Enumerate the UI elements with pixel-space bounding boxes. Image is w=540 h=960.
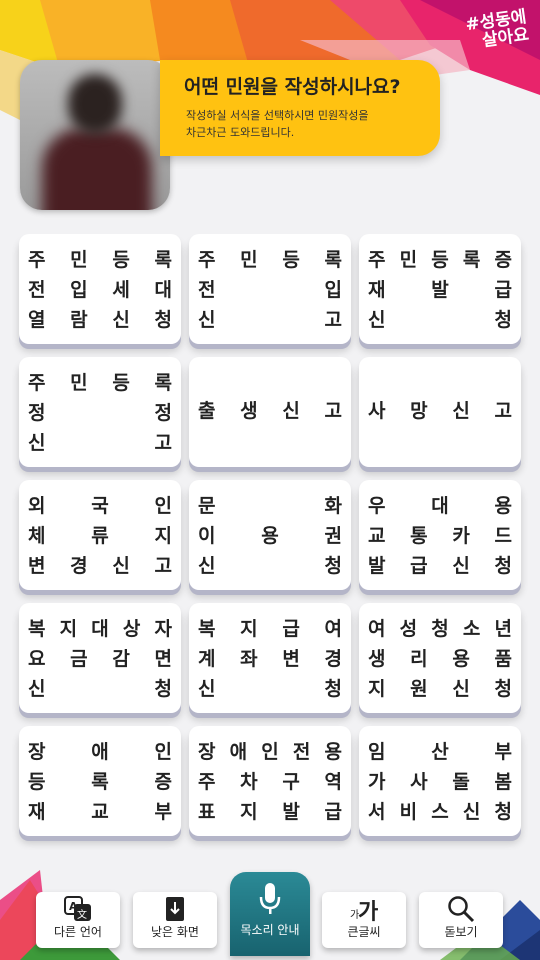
form-button[interactable]: 장애인등록증재교부	[19, 726, 181, 836]
form-button[interactable]: 사망신고	[359, 357, 521, 467]
voice-guide-button[interactable]: 목소리 안내	[230, 872, 310, 956]
page-title: 어떤 민원을 작성하시나요?	[184, 76, 401, 98]
language-button[interactable]: A文 다른 언어	[36, 892, 120, 948]
form-label-line: 발급신청	[368, 554, 512, 577]
form-label-line: 지원신청	[368, 677, 512, 700]
form-button[interactable]: 복지급여계좌변경신청	[189, 603, 351, 713]
page-subtitle: 작성하실 서식을 선택하시면 민원작성을 차근차근 도와드립니다.	[186, 109, 369, 139]
form-label-line: 전입	[198, 278, 342, 301]
form-label-line: 문화	[198, 494, 342, 517]
form-button[interactable]: 임산부가사돌봄서비스신청	[359, 726, 521, 836]
form-label-line: 계좌변경	[198, 647, 342, 670]
form-label-line: 교통카드	[368, 524, 512, 547]
translate-icon: A文	[36, 896, 120, 922]
form-button[interactable]: 주민등록정정신고	[19, 357, 181, 467]
large-text-icon: 가가	[322, 896, 406, 922]
magnifier-button[interactable]: 돋보기	[419, 892, 503, 948]
form-label-line: 전입세대	[28, 278, 172, 301]
form-label-line: 주민등록	[28, 371, 172, 394]
form-label-line: 재발급	[368, 278, 512, 301]
form-button[interactable]: 우대용교통카드발급신청	[359, 480, 521, 590]
form-button[interactable]: 주민등록전입세대열람신청	[19, 234, 181, 344]
form-label-line: 등록증	[28, 770, 172, 793]
svg-text:文: 文	[77, 908, 87, 921]
form-label-line: 복지대상자	[28, 617, 172, 640]
guide-avatar	[20, 60, 170, 210]
form-label-line: 서비스신청	[368, 800, 512, 823]
form-label-line: 요금감면	[28, 647, 172, 670]
form-label-line: 신청	[198, 554, 342, 577]
form-label-line: 신청	[28, 677, 172, 700]
svg-text:가: 가	[358, 900, 378, 922]
form-label-line: 우대용	[368, 494, 512, 517]
form-label-line: 주차구역	[198, 770, 342, 793]
form-label-line: 재교부	[28, 800, 172, 823]
screen-down-icon	[133, 896, 217, 922]
form-label-line: 신고	[198, 308, 342, 331]
form-label-line: 체류지	[28, 524, 172, 547]
form-button[interactable]: 여성청소년생리용품지원신청	[359, 603, 521, 713]
speech-bubble: 어떤 민원을 작성하시나요? 작성하실 서식을 선택하시면 민원작성을 차근차근…	[160, 60, 440, 156]
form-label-line: 신고	[28, 431, 172, 454]
form-label-line: 임산부	[368, 740, 512, 763]
form-label-line: 장애인	[28, 740, 172, 763]
form-label-line: 출생신고	[198, 399, 342, 422]
form-label-line: 외국인	[28, 494, 172, 517]
form-button[interactable]: 복지대상자요금감면신청	[19, 603, 181, 713]
form-label-line: 가사돌봄	[368, 770, 512, 793]
low-screen-button[interactable]: 낮은 화면	[133, 892, 217, 948]
form-label-line: 열람신청	[28, 308, 172, 331]
form-label-line: 신청	[368, 308, 512, 331]
form-label-line: 생리용품	[368, 647, 512, 670]
microphone-icon	[230, 882, 310, 916]
form-label-line: 이용권	[198, 524, 342, 547]
form-label-line: 주민등록	[28, 248, 172, 271]
form-button[interactable]: 외국인체류지변경신고	[19, 480, 181, 590]
form-button[interactable]: 주민등록전입신고	[189, 234, 351, 344]
form-label-line: 여성청소년	[368, 617, 512, 640]
form-label-line: 정정	[28, 401, 172, 424]
form-button[interactable]: 주민등록증재발급신청	[359, 234, 521, 344]
form-label-line: 표지발급	[198, 800, 342, 823]
form-label-line: 장애인전용	[198, 740, 342, 763]
large-font-button[interactable]: 가가 큰글씨	[322, 892, 406, 948]
form-button[interactable]: 출생신고	[189, 357, 351, 467]
form-label-line: 신청	[198, 677, 342, 700]
magnifier-icon	[419, 896, 503, 923]
form-label-line: 사망신고	[368, 399, 512, 422]
form-label-line: 변경신고	[28, 554, 172, 577]
form-label-line: 복지급여	[198, 617, 342, 640]
form-button[interactable]: 장애인전용주차구역표지발급	[189, 726, 351, 836]
form-label-line: 주민등록	[198, 248, 342, 271]
form-button[interactable]: 문화이용권신청	[189, 480, 351, 590]
form-label-line: 주민등록증	[368, 248, 512, 271]
